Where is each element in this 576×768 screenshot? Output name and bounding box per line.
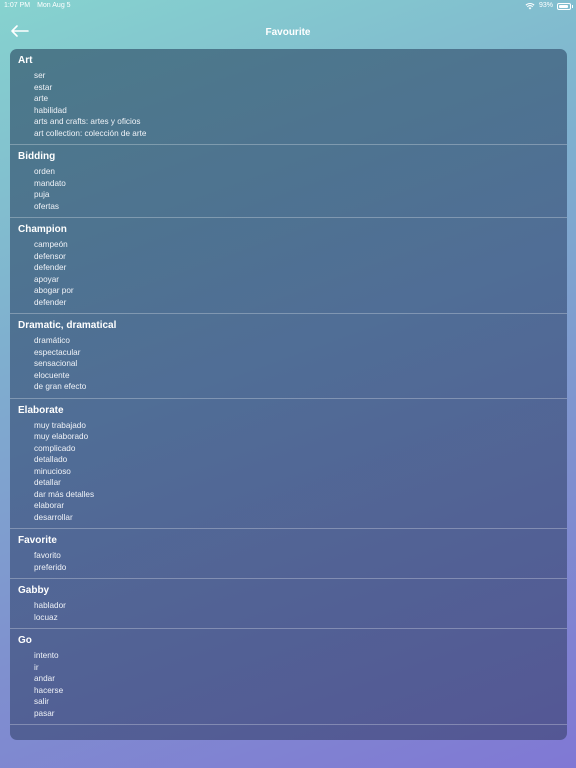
section-title[interactable]: Elaborate bbox=[18, 404, 559, 417]
section-title[interactable]: Art bbox=[18, 54, 559, 67]
list-item[interactable]: ofertas bbox=[18, 201, 559, 213]
favourites-list[interactable]: Art ser estar arte habilidad arts and crafts:… bbox=[10, 49, 567, 740]
list-section: Bidding orden mandato puja ofertas bbox=[10, 145, 567, 218]
list-item[interactable]: defender bbox=[18, 297, 559, 309]
list-item[interactable]: abogar por bbox=[18, 285, 559, 297]
list-item[interactable]: arte bbox=[18, 93, 559, 105]
list-item[interactable]: minucioso bbox=[18, 466, 559, 478]
navigation-bar: Favourite bbox=[0, 18, 576, 48]
status-bar: 1:07 PM Mon Aug 5 93% bbox=[0, 0, 576, 12]
battery-icon bbox=[557, 2, 573, 10]
list-item[interactable]: estar bbox=[18, 82, 559, 94]
section-title[interactable]: Champion bbox=[18, 223, 559, 236]
list-section: Champion campeón defensor defender apoyar abo… bbox=[10, 218, 567, 314]
wifi-icon bbox=[525, 3, 535, 10]
status-time: 1:07 PM bbox=[4, 2, 31, 9]
battery-percent: 93% bbox=[538, 2, 553, 9]
status-date: Mon Aug 5 bbox=[37, 2, 71, 9]
list-item[interactable]: andar bbox=[18, 673, 559, 685]
page-title: Favourite bbox=[265, 27, 311, 38]
list-item[interactable]: dramático bbox=[18, 335, 559, 347]
section-title[interactable]: Go bbox=[18, 634, 559, 647]
list-item[interactable]: intento bbox=[18, 650, 559, 662]
list-item[interactable]: elaborar bbox=[18, 500, 559, 512]
list-item[interactable]: muy elaborado bbox=[18, 431, 559, 443]
list-item[interactable]: favorito bbox=[18, 550, 559, 562]
list-item[interactable]: desarrollar bbox=[18, 512, 559, 524]
list-item[interactable]: detallado bbox=[18, 454, 559, 466]
list-section: Gabby hablador locuaz bbox=[10, 579, 567, 629]
list-section: Art ser estar arte habilidad arts and crafts:… bbox=[10, 49, 567, 145]
section-title[interactable]: Gabby bbox=[18, 584, 559, 597]
section-title[interactable]: Bidding bbox=[18, 150, 559, 163]
list-item[interactable]: detallar bbox=[18, 477, 559, 489]
list-item[interactable]: hacerse bbox=[18, 685, 559, 697]
section-title[interactable]: Dramatic, dramatical bbox=[18, 319, 559, 332]
list-item[interactable]: pasar bbox=[18, 708, 559, 720]
battery-level bbox=[559, 4, 569, 8]
list-section: Elaborate muy trabajado muy elaborado compl… bbox=[10, 399, 567, 529]
list-item[interactable]: preferido bbox=[18, 562, 559, 574]
list-item[interactable]: orden bbox=[18, 166, 559, 178]
list-section: Dramatic, dramatical dramático espectacula… bbox=[10, 314, 567, 399]
list-item[interactable]: habilidad bbox=[18, 105, 559, 117]
list-item[interactable]: de gran efecto bbox=[18, 381, 559, 393]
list-item[interactable]: espectacular bbox=[18, 347, 559, 359]
list-item[interactable]: complicado bbox=[18, 443, 559, 455]
list-item[interactable]: dar más detalles bbox=[18, 489, 559, 501]
list-section: Go intento ir andar hacerse salir pasar bbox=[10, 629, 567, 725]
list-item[interactable]: locuaz bbox=[18, 612, 559, 624]
section-title[interactable]: Favorite bbox=[18, 534, 559, 547]
list-section: Favorite favorito preferido bbox=[10, 529, 567, 579]
list-item[interactable]: campeón bbox=[18, 239, 559, 251]
list-item[interactable]: art collection: colección de arte bbox=[18, 128, 559, 140]
list-item[interactable]: elocuente bbox=[18, 370, 559, 382]
list-item[interactable]: arts and crafts: artes y oficios bbox=[18, 116, 559, 128]
list-item[interactable]: sensacional bbox=[18, 358, 559, 370]
status-left: 1:07 PM Mon Aug 5 bbox=[4, 0, 71, 12]
list-item[interactable]: puja bbox=[18, 189, 559, 201]
list-item[interactable]: mandato bbox=[18, 178, 559, 190]
list-item[interactable]: muy trabajado bbox=[18, 420, 559, 432]
list-item[interactable]: ser bbox=[18, 70, 559, 82]
list-item[interactable]: hablador bbox=[18, 600, 559, 612]
status-right: 93% bbox=[525, 0, 573, 12]
list-item[interactable]: defensor bbox=[18, 251, 559, 263]
list-item[interactable]: salir bbox=[18, 696, 559, 708]
list-item[interactable]: apoyar bbox=[18, 274, 559, 286]
list-item[interactable]: defender bbox=[18, 262, 559, 274]
list-item[interactable]: ir bbox=[18, 662, 559, 674]
